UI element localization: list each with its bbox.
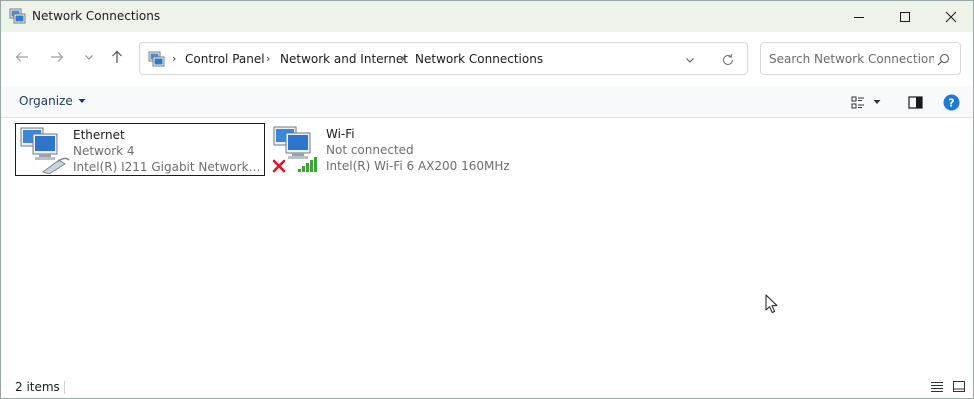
up-arrow-icon bbox=[112, 50, 122, 63]
help-button[interactable]: ? bbox=[941, 92, 961, 112]
chevron-down-icon bbox=[873, 100, 881, 104]
breadcrumb-network-connections[interactable]: Network Connections bbox=[415, 52, 543, 66]
preview-pane-button[interactable] bbox=[906, 93, 924, 111]
forward-button[interactable] bbox=[46, 46, 68, 68]
connection-device: Intel(R) Wi-Fi 6 AX200 160MHz bbox=[326, 159, 510, 173]
wifi-adapter-icon bbox=[272, 126, 317, 173]
address-bar[interactable]: › Control Panel › Network and Internet ›… bbox=[139, 42, 748, 75]
connections-list[interactable]: Ethernet Network 4 Intel(R) I211 Gigabit… bbox=[1, 118, 973, 376]
close-icon bbox=[945, 11, 957, 22]
organize-button[interactable]: Organize bbox=[19, 94, 86, 108]
chevron-down-icon bbox=[78, 99, 86, 103]
address-history-button[interactable] bbox=[680, 51, 700, 69]
connection-device: Intel(R) I211 Gigabit Network Con... bbox=[73, 160, 263, 174]
svg-text:?: ? bbox=[948, 96, 954, 109]
title-bar[interactable]: Network Connections bbox=[1, 1, 973, 32]
status-bar: 2 items bbox=[1, 376, 973, 398]
breadcrumb-separator[interactable]: › bbox=[401, 52, 405, 65]
details-view-icon[interactable] bbox=[930, 381, 944, 393]
breadcrumb-separator[interactable]: › bbox=[266, 52, 270, 65]
help-icon: ? bbox=[943, 94, 959, 110]
explorer-window: Network Connections › Control Panel › Ne… bbox=[0, 0, 974, 399]
search-icon bbox=[937, 53, 949, 65]
mouse-cursor-icon bbox=[765, 294, 778, 313]
chevron-down-icon bbox=[85, 55, 93, 60]
change-view-button[interactable] bbox=[851, 93, 889, 111]
organize-label: Organize bbox=[19, 94, 73, 108]
network-connections-icon bbox=[148, 51, 165, 67]
connection-item-ethernet[interactable]: Ethernet Network 4 Intel(R) I211 Gigabit… bbox=[15, 123, 265, 176]
refresh-button[interactable] bbox=[718, 50, 738, 70]
preview-pane-icon bbox=[907, 95, 923, 109]
back-button[interactable] bbox=[11, 46, 33, 68]
connection-status: Not connected bbox=[326, 143, 414, 157]
status-divider bbox=[64, 381, 65, 394]
minimize-button[interactable] bbox=[836, 1, 882, 32]
refresh-icon bbox=[722, 53, 734, 65]
connection-status: Network 4 bbox=[73, 144, 135, 158]
breadcrumb-control-panel[interactable]: Control Panel bbox=[185, 52, 265, 66]
close-button[interactable] bbox=[928, 1, 974, 32]
search-button[interactable] bbox=[934, 51, 952, 67]
connection-name: Ethernet bbox=[73, 128, 125, 142]
disconnected-x-icon bbox=[272, 159, 286, 173]
view-options-icon bbox=[851, 96, 864, 108]
signal-bars-icon bbox=[298, 157, 317, 172]
recent-locations-button[interactable] bbox=[78, 46, 100, 68]
search-input[interactable] bbox=[769, 50, 934, 68]
network-connections-icon bbox=[9, 8, 26, 24]
maximize-icon bbox=[900, 11, 910, 22]
minimize-icon bbox=[854, 16, 864, 18]
window-title: Network Connections bbox=[32, 9, 161, 23]
forward-arrow-icon bbox=[51, 52, 64, 62]
breadcrumb-separator[interactable]: › bbox=[172, 52, 176, 65]
connection-name: Wi-Fi bbox=[326, 127, 355, 141]
item-count: 2 items bbox=[15, 380, 60, 394]
ethernet-adapter-icon bbox=[20, 127, 70, 174]
tiles-view-icon[interactable] bbox=[952, 380, 966, 393]
chevron-down-icon bbox=[686, 58, 694, 63]
breadcrumb-network-and-internet[interactable]: Network and Internet bbox=[280, 52, 408, 66]
back-arrow-icon bbox=[15, 52, 28, 62]
connection-item-wifi[interactable]: Wi-Fi Not connected Intel(R) Wi-Fi 6 AX2… bbox=[269, 123, 519, 176]
maximize-button[interactable] bbox=[882, 1, 928, 32]
command-bar: Organize ? bbox=[1, 86, 973, 118]
navigation-bar: › Control Panel › Network and Internet ›… bbox=[1, 32, 973, 86]
search-box[interactable] bbox=[760, 42, 961, 75]
up-button[interactable] bbox=[106, 46, 128, 68]
